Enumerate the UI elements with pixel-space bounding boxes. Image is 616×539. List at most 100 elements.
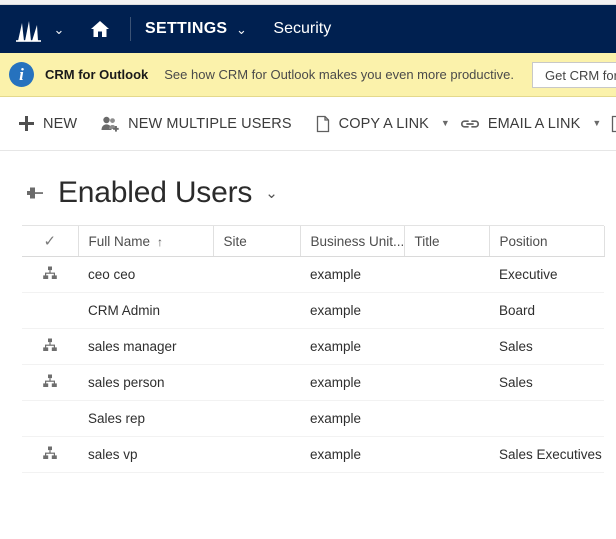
cell-position[interactable]: Board [489,292,604,329]
new-multiple-users-button[interactable]: NEW MULTIPLE USERS [101,115,292,132]
cell-position[interactable]: Sales [489,328,604,365]
row-select-cell[interactable] [22,328,78,365]
page-title: Enabled Users [58,176,253,209]
cell-title[interactable] [404,328,489,365]
hierarchy-icon[interactable] [42,266,58,281]
column-header-title-label: Title [414,233,440,249]
column-header-full-name[interactable]: Full Name ↑ [78,226,214,257]
chevron-down-icon-view[interactable]: ⌄ [265,186,278,201]
table-body: ceo ceo example Executive CRM Admin exam… [22,256,604,473]
cell-full-name[interactable]: sales manager [78,328,213,365]
sort-ascending-icon: ↑ [157,234,164,249]
cell-business-unit[interactable]: example [300,364,404,401]
column-header-position[interactable]: Position [489,226,605,257]
table-header-row: ✓ Full Name ↑ Site Business Unit... Title [22,226,605,257]
cell-business-unit[interactable]: example [300,256,404,293]
new-button[interactable]: NEW [18,115,77,132]
column-header-position-label: Position [499,233,548,249]
column-header-title[interactable]: Title [404,226,490,257]
dynamics-crm-logo-icon[interactable] [14,16,44,42]
cell-title[interactable] [404,364,489,401]
table-row[interactable]: sales manager example Sales [22,328,604,365]
home-icon[interactable] [82,20,118,38]
cell-position[interactable]: Sales [489,364,604,401]
row-no-icon [42,301,58,317]
cell-full-name[interactable]: Sales rep [78,400,213,437]
hierarchy-icon[interactable] [42,374,58,389]
notification-title: CRM for Outlook [45,67,149,82]
users-grid: ✓ Full Name ↑ Site Business Unit... Title [0,225,616,473]
row-select-cell[interactable] [22,364,78,401]
top-navigation-bar: ⌄ SETTINGS ⌄ Security [0,5,616,53]
cell-business-unit[interactable]: example [300,292,404,329]
cell-full-name[interactable]: ceo ceo [78,256,213,293]
hierarchy-icon[interactable] [42,338,58,353]
cell-position[interactable]: Sales Executives [489,436,604,473]
view-header: Enabled Users ⌄ [0,151,616,213]
document-icon [316,115,331,133]
nav-divider [130,17,131,41]
cell-business-unit[interactable]: example [300,436,404,473]
new-multiple-users-button-label: NEW MULTIPLE USERS [128,115,292,132]
info-icon: i [9,62,34,87]
cell-position[interactable] [489,400,604,437]
chevron-down-icon-settings[interactable]: ⌄ [234,23,248,36]
copy-a-link-caret-icon[interactable]: ▼ [441,119,450,128]
cell-business-unit[interactable]: example [300,400,404,437]
info-icon-glyph: i [19,65,24,84]
link-icon [460,118,480,130]
table-row[interactable]: sales person example Sales [22,364,604,401]
command-bar: NEW NEW MULTIPLE USERS COPY A LINK ▼ EMA… [0,97,616,151]
checkmark-icon: ✓ [43,232,57,250]
cell-title[interactable] [404,436,489,473]
cell-title[interactable] [404,256,489,293]
cell-site[interactable] [213,364,300,401]
notification-bar: i CRM for Outlook See how CRM for Outloo… [0,53,616,97]
cell-full-name[interactable]: sales person [78,364,213,401]
chevron-down-icon-logo[interactable]: ⌄ [52,23,66,36]
column-header-site-label: Site [223,233,247,249]
column-header-business-unit[interactable]: Business Unit... [300,226,405,257]
cell-site[interactable] [213,328,300,365]
plus-icon [18,115,35,132]
column-header-full-name-label: Full Name [88,233,151,249]
users-table: ✓ Full Name ↑ Site Business Unit... Title [22,226,605,473]
nav-app-title[interactable]: SETTINGS [145,20,227,38]
cell-site[interactable] [213,400,300,437]
column-header-business-unit-label: Business Unit... [310,233,404,249]
add-users-icon [101,116,120,132]
table-row[interactable]: ceo ceo example Executive [22,256,604,293]
cell-position[interactable]: Executive [489,256,604,293]
copy-a-link-button[interactable]: COPY A LINK [316,115,429,133]
cell-title[interactable] [404,400,489,437]
hierarchy-icon[interactable] [42,446,58,461]
clipped-command-button[interactable] [611,115,616,133]
row-select-cell[interactable] [22,436,78,473]
copy-a-link-button-label: COPY A LINK [338,115,429,132]
pin-icon[interactable] [22,185,44,201]
email-a-link-caret-icon[interactable]: ▼ [592,119,601,128]
table-row[interactable]: sales vp example Sales Executives [22,436,604,473]
table-row[interactable]: CRM Admin example Board [22,292,604,329]
cell-site[interactable] [213,436,300,473]
column-header-select-all[interactable]: ✓ [22,226,79,257]
cell-full-name[interactable]: CRM Admin [78,292,213,329]
cell-full-name[interactable]: sales vp [78,436,213,473]
column-header-site[interactable]: Site [213,226,301,257]
table-row[interactable]: Sales rep example [22,400,604,437]
cell-title[interactable] [404,292,489,329]
cell-site[interactable] [213,292,300,329]
row-select-cell[interactable] [22,292,78,329]
new-button-label: NEW [43,115,78,132]
email-a-link-button-label: EMAIL A LINK [487,115,581,132]
get-crm-for-outlook-button[interactable]: Get CRM for [532,62,616,88]
email-a-link-button[interactable]: EMAIL A LINK [460,116,581,132]
row-select-cell[interactable] [22,400,78,437]
row-no-icon [42,409,58,425]
nav-entity-title[interactable]: Security [273,20,331,38]
cell-site[interactable] [213,256,300,293]
document-icon-clipped [611,115,616,133]
row-select-cell[interactable] [22,256,78,293]
notification-message: See how CRM for Outlook makes you even m… [164,67,514,82]
cell-business-unit[interactable]: example [300,328,404,365]
